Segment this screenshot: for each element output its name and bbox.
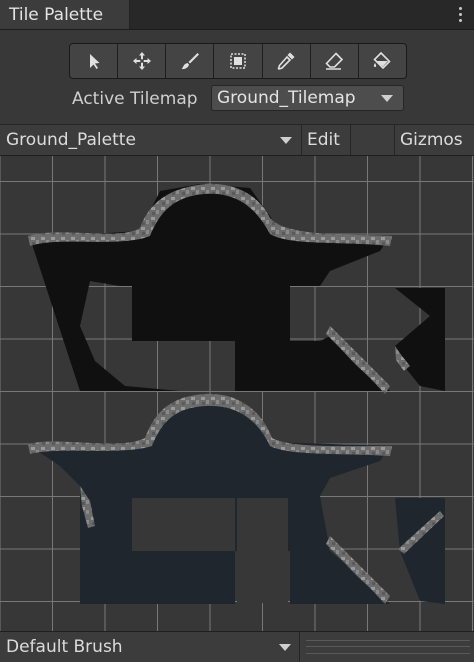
dark-tile-group	[28, 183, 445, 394]
blue-tile-group	[28, 393, 445, 604]
active-tilemap-value: Ground_Tilemap	[217, 88, 356, 108]
kebab-menu-icon[interactable]	[452, 4, 468, 24]
brush-dropdown[interactable]: Default Brush	[0, 632, 300, 662]
brush-bar: Default Brush	[0, 631, 474, 662]
move-tool-button[interactable]	[118, 44, 167, 78]
palette-grid[interactable]	[0, 156, 474, 631]
paintbrush-icon	[181, 53, 199, 70]
tile-palette-tiles	[28, 183, 445, 604]
chevron-down-icon	[279, 644, 291, 651]
select-tool-button[interactable]	[70, 44, 119, 78]
window-titlebar: Tile Palette	[0, 0, 474, 30]
paint-tool-button[interactable]	[166, 44, 215, 78]
gizmos-button[interactable]: Gizmos	[395, 125, 474, 155]
paint-bucket-icon	[373, 51, 392, 70]
tab-tile-palette[interactable]: Tile Palette	[0, 0, 130, 29]
eyedropper-icon	[277, 52, 295, 70]
palette-bar: Ground_Palette Edit Gizmos	[0, 124, 474, 156]
brush-splitter-handle[interactable]	[306, 640, 470, 654]
erase-tool-button[interactable]	[310, 44, 359, 78]
chevron-down-icon	[381, 95, 393, 102]
active-tilemap-dropdown[interactable]: Ground_Tilemap	[211, 85, 404, 111]
chevron-down-icon	[280, 137, 292, 144]
tool-toolbar	[69, 43, 407, 79]
box-fill-icon	[230, 53, 246, 69]
pick-tool-button[interactable]	[262, 44, 311, 78]
active-tilemap-label: Active Tilemap	[72, 89, 198, 109]
box-fill-tool-button[interactable]	[214, 44, 263, 78]
eraser-icon	[325, 52, 344, 70]
tab-title: Tile Palette	[9, 5, 104, 25]
edit-button[interactable]: Edit	[302, 125, 351, 155]
arrow-pointer-icon	[89, 54, 100, 69]
toolbar-spacer-button[interactable]	[351, 125, 395, 155]
fill-tool-button[interactable]	[358, 44, 406, 78]
move-arrows-icon	[132, 52, 151, 70]
brush-value: Default Brush	[6, 637, 123, 657]
palette-dropdown[interactable]: Ground_Palette	[0, 125, 302, 155]
palette-value: Ground_Palette	[6, 130, 136, 150]
